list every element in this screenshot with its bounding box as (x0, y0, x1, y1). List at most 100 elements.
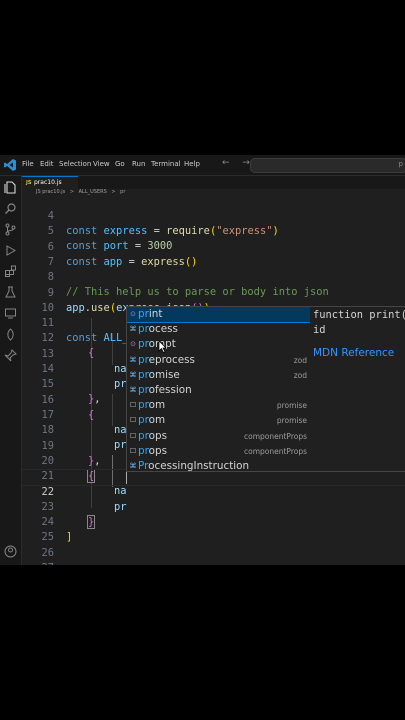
tab-prac10-js[interactable]: JS prac10.js (22, 176, 78, 190)
variable-kind-icon: ⌘ (129, 462, 137, 470)
code-line: 14 pr (22, 347, 126, 390)
back-arrow-icon[interactable]: ← (222, 158, 230, 168)
code-line: 21 na (22, 454, 126, 497)
code-line: 11 const ALL_ (22, 301, 128, 344)
menu-terminal[interactable]: Terminal (151, 160, 181, 168)
suggestion-item[interactable]: ☐ props componentProps (127, 429, 311, 444)
code-line: 17 na (22, 393, 126, 436)
menu-edit[interactable]: Edit (40, 160, 54, 168)
extensions-icon[interactable] (4, 265, 17, 278)
suggestion-label: profession (138, 384, 192, 396)
suggestion-label: props (138, 429, 168, 442)
forward-arrow-icon[interactable]: → (242, 158, 250, 168)
javascript-file-icon: JS (26, 180, 32, 186)
snippet-kind-icon: ☐ (129, 446, 137, 455)
suggestion-item[interactable]: ☐ prom promise (127, 398, 311, 413)
snippet-kind-icon: ☐ (129, 401, 137, 410)
menu-run[interactable]: Run (132, 160, 145, 168)
code-line: 4 const express = require("express") (22, 194, 279, 237)
method-kind-icon: ⊙ (130, 340, 136, 349)
testing-icon[interactable] (4, 286, 17, 299)
suggestion-label: ProcessingInstruction (138, 460, 250, 472)
suggestion-label: preprocess (138, 353, 195, 366)
menu-selection[interactable]: Selection (59, 160, 91, 168)
code-line: 6 const app = express() (22, 225, 198, 268)
suggestion-item[interactable]: ⌘ process (127, 322, 311, 337)
suggestion-item[interactable]: ⌘ preprocess zod (127, 353, 311, 368)
suggestion-item[interactable]: ⊙ print (127, 307, 311, 324)
vscode-logo-icon (4, 159, 16, 171)
code-line: 15 }, (22, 362, 100, 405)
suggestion-label: print (138, 308, 163, 320)
variable-kind-icon: ⌘ (129, 325, 137, 334)
code-line: 18 pr (22, 408, 126, 451)
suggestion-detail: componentProps (244, 446, 307, 456)
command-center-text: p (398, 160, 403, 168)
suggestion-detail: zod (293, 370, 307, 380)
code-comment: // This help us to parse or body into js… (66, 286, 329, 299)
source-control-icon[interactable] (4, 223, 17, 236)
code-line: 7 (22, 240, 54, 268)
suggestion-item[interactable]: ☐ prom promise (127, 413, 311, 428)
tab-label: prac10.js (34, 179, 62, 186)
suggestion-label: props (138, 444, 168, 457)
menu-file[interactable]: File (22, 160, 34, 168)
code-line: 26 (22, 531, 54, 559)
suggest-widget[interactable]: ⊙print⌘process⊙prompt⌘preprocesszod⌘prom… (126, 306, 312, 472)
search-icon[interactable] (4, 202, 17, 215)
variable-kind-icon: ⌘ (129, 355, 137, 364)
activity-bar (0, 176, 22, 565)
suggestion-label: promise (138, 368, 180, 381)
code-line: 19 }, (22, 424, 100, 467)
code-line: 8 // This help us to parse or body into … (22, 255, 329, 298)
function-signature: function print( (313, 309, 405, 321)
menu-go[interactable]: Go (115, 160, 125, 168)
leaf-icon[interactable] (4, 328, 17, 341)
method-kind-icon: ⊙ (130, 310, 136, 318)
code-line: 23 } (22, 485, 96, 529)
code-line: 5 const port = 3000 (22, 209, 173, 252)
suggestion-item[interactable]: ☐ props componentProps (127, 444, 311, 459)
remote-icon[interactable] (4, 307, 17, 320)
code-line: 24 ] (22, 500, 72, 543)
suggestion-label: process (138, 323, 178, 336)
suggestion-item[interactable]: ⊙prompt (127, 337, 311, 352)
menu-view[interactable]: View (93, 160, 110, 168)
suggestion-label: prom (138, 399, 166, 412)
suggest-details-panel: function print( id MDN Reference (310, 306, 405, 472)
suggestion-item[interactable]: ⌘ profession (127, 383, 311, 398)
suggestion-label: prom (138, 414, 166, 427)
suggestion-detail: componentProps (244, 431, 307, 441)
suggestion-detail: promise (276, 401, 307, 411)
run-debug-icon[interactable] (4, 244, 17, 257)
account-icon[interactable] (4, 545, 17, 558)
command-center[interactable]: p (250, 158, 405, 173)
indent-guide (112, 394, 113, 426)
code-line: 9 app.use(express.json()) (22, 271, 210, 314)
code-line: 12 { (22, 316, 94, 359)
snippet-kind-icon: ☐ (129, 431, 137, 440)
mdn-reference-link[interactable]: MDN Reference (313, 347, 394, 359)
suggestion-item[interactable]: ⌘ ProcessingInstruction (127, 459, 311, 472)
code-line: 13 na (22, 332, 126, 375)
title-bar: File Edit Selection View Go Run Terminal… (0, 155, 405, 176)
code-line: 27 app.listen(port , ()=>{ (22, 546, 54, 565)
mouse-pointer-icon (158, 340, 167, 353)
suggestion-detail: zod (293, 355, 307, 365)
text-cursor (126, 472, 127, 484)
explorer-icon[interactable] (4, 181, 17, 194)
line-number: 27 (22, 561, 54, 565)
pin-icon[interactable] (4, 349, 17, 362)
menu-help[interactable]: Help (184, 160, 200, 168)
code-line: 16 { (22, 378, 94, 421)
variable-kind-icon: ⌘ (129, 370, 137, 379)
parameter-name: id (313, 324, 326, 336)
snippet-kind-icon: ☐ (129, 416, 137, 425)
suggestion-item[interactable]: ⌘ promise zod (127, 368, 311, 383)
code-line: 10 (22, 286, 54, 314)
code-line: 20 { (22, 439, 96, 483)
variable-kind-icon: ⌘ (129, 386, 137, 394)
tab-bar: JS prac10.js (22, 176, 405, 190)
suggestion-detail: promise (276, 416, 307, 426)
code-line: 25 (22, 515, 54, 543)
